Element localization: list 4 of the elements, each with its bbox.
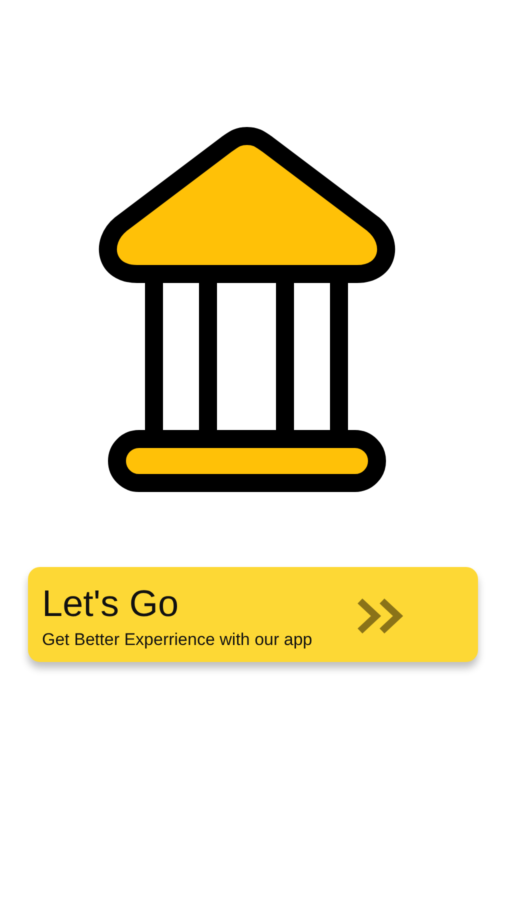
lets-go-card[interactable]: Let's Go Get Better Experrience with our app	[28, 567, 478, 662]
bank-icon	[96, 124, 396, 494]
card-title: Let's Go	[42, 583, 180, 625]
card-subtitle: Get Better Experrience with our app	[42, 631, 314, 650]
